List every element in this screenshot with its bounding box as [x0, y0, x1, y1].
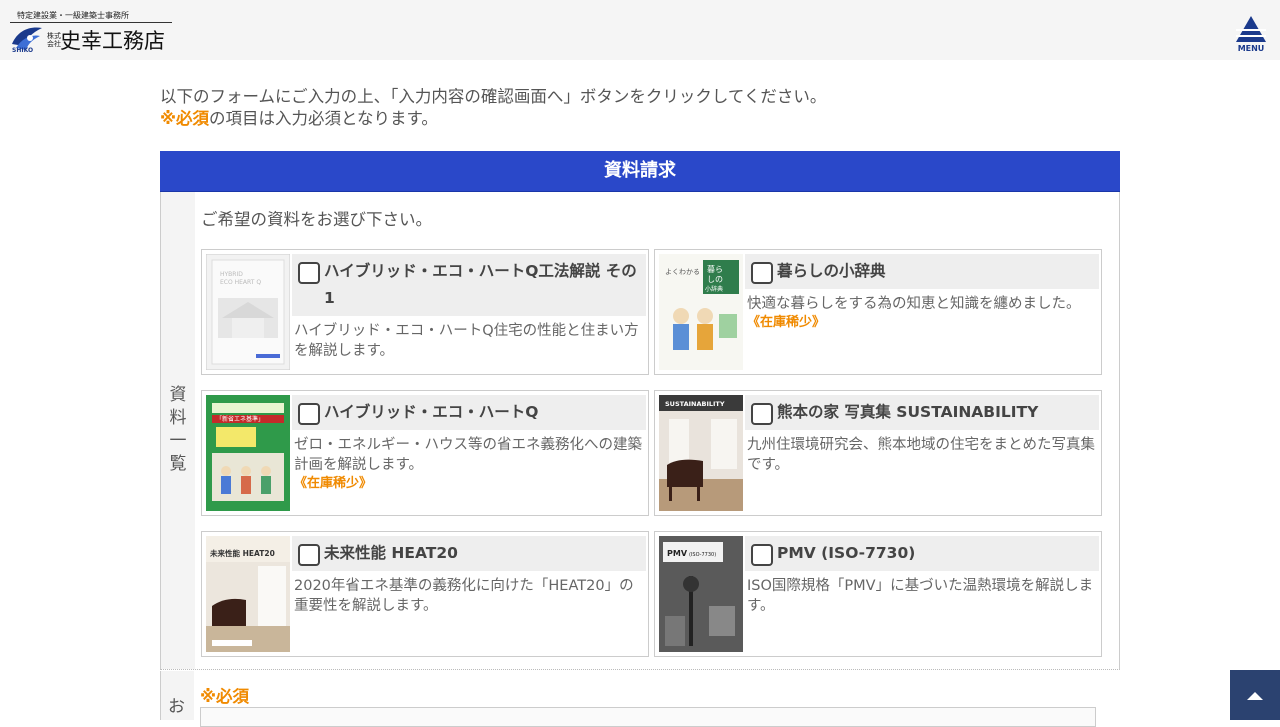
menu-label: MENU: [1237, 44, 1265, 53]
svg-text:しの: しの: [707, 275, 723, 284]
material-thumbnail: 「新省エネ基準」: [206, 395, 290, 511]
section-label-cell: 資料一覧: [161, 192, 195, 669]
material-option-4[interactable]: 熊本の家 写真集 SUSTAINABILITY: [745, 395, 1099, 430]
material-thumbnail: 未来性能 HEAT20: [206, 536, 290, 652]
instruction-line-2-rest: の項目は入力必須となります。: [209, 109, 438, 128]
menu-button[interactable]: MENU: [1232, 16, 1270, 56]
material-thumbnail: SUSTAINABILITY: [659, 395, 743, 511]
material-card: 「新省エネ基準」 ハイブリッド・エコ・ハートQ ゼロ・エネルギー・ハウス等の省エ…: [201, 390, 649, 516]
svg-text:ECO HEART Q: ECO HEART Q: [220, 279, 261, 286]
material-card: HYBRID ECO HEART Q ハイブリッド・エコ・ハートQ工法解説 その…: [201, 249, 649, 375]
checkbox-icon[interactable]: [298, 262, 320, 284]
logo-roman: SHIKO: [12, 47, 34, 54]
arrow-up-icon: [1247, 692, 1263, 700]
material-title: 熊本の家 写真集 SUSTAINABILITY: [777, 403, 1039, 421]
svg-text:未来性能 HEAT20: 未来性能 HEAT20: [210, 548, 275, 558]
section-label: 資料一覧: [169, 384, 187, 476]
material-description-text: ゼロ・エネルギー・ハウス等の省エネ義務化への建築計画を解説します。: [294, 437, 642, 473]
checkbox-icon[interactable]: [751, 544, 773, 566]
svg-text:HYBRID: HYBRID: [220, 271, 243, 278]
material-description: 2020年省エネ基準の義務化に向けた「HEAT20」の重要性を解説します。: [294, 578, 634, 614]
site-logo[interactable]: 特定建設業・一級建築士事務所 株式会社 史幸工務店 SHIKO: [10, 10, 180, 54]
material-option-3[interactable]: ハイブリッド・エコ・ハートQ: [292, 395, 646, 430]
required-mark: ※必須: [200, 687, 250, 706]
checkbox-icon[interactable]: [298, 403, 320, 425]
svg-text:PMV: PMV: [667, 549, 688, 558]
logo-company-name: 史幸工務店: [60, 29, 165, 53]
material-thumbnail: HYBRID ECO HEART Q: [206, 254, 290, 370]
material-title: ハイブリッド・エコ・ハートQ: [324, 403, 539, 421]
next-section-label: お: [168, 697, 185, 717]
svg-text:小辞典: 小辞典: [705, 285, 723, 293]
material-description: ゼロ・エネルギー・ハウス等の省エネ義務化への建築計画を解説します。 《在庫稀少》: [294, 435, 644, 492]
material-option-1[interactable]: ハイブリッド・エコ・ハートQ工法解説 その1: [292, 254, 646, 316]
svg-text:暮ら: 暮ら: [707, 264, 723, 274]
back-to-top-button[interactable]: [1230, 670, 1280, 720]
material-title: 暮らしの小辞典: [777, 262, 886, 280]
material-card: SUSTAINABILITY 熊本の家 写真集 SUSTAINABILITY 九…: [654, 390, 1102, 516]
site-header: 特定建設業・一級建築士事務所 株式会社 史幸工務店 SHIKO MENU: [0, 0, 1280, 60]
instruction-line-2: ※必須の項目は入力必須となります。: [160, 108, 826, 130]
material-option-2[interactable]: 暮らしの小辞典: [745, 254, 1099, 289]
checkbox-icon[interactable]: [298, 544, 320, 566]
material-card: PMV (ISO-7730) PMV (ISO-7730) ISO国際規格「PM…: [654, 531, 1102, 657]
svg-text:SUSTAINABILITY: SUSTAINABILITY: [665, 400, 725, 408]
instruction-line-1: 以下のフォームにご入力の上、「入力内容の確認画面へ」ボタンをクリックしてください…: [160, 87, 827, 106]
material-description: ハイブリッド・エコ・ハートQ住宅の性能と住まい方を解説します。: [294, 323, 639, 359]
material-list-section: 資料一覧 ご希望の資料をお選び下さい。 HYBRID ECO HEART Q ハ…: [160, 192, 1120, 670]
material-option-6[interactable]: PMV (ISO-7730): [745, 536, 1099, 571]
material-description: ISO国際規格「PMV」に基づいた温熱環境を解説します。: [747, 578, 1094, 614]
material-title: PMV (ISO-7730): [777, 544, 916, 562]
material-description: 快適な暮らしをする為の知恵と知識を纏めました。 《在庫稀少》: [747, 294, 1097, 331]
svg-text:(ISO-7730): (ISO-7730): [689, 552, 716, 558]
selection-prompt: ご希望の資料をお選び下さい。: [201, 210, 432, 229]
material-card: 未来性能 HEAT20 未来性能 HEAT20 2020年省エネ基準の義務化に向…: [201, 531, 649, 657]
logo-corp: 株式会社: [47, 32, 61, 48]
material-thumbnail: PMV (ISO-7730): [659, 536, 743, 652]
material-card: 暮ら しの 小辞典 よくわかる 暮らしの小辞典 快適な暮らしをする為の知恵と知識…: [654, 249, 1102, 375]
logo-divider: [10, 22, 172, 23]
logo-subtitle: 特定建設業・一級建築士事務所: [17, 11, 129, 20]
svg-text:よくわかる: よくわかる: [665, 268, 700, 276]
material-option-5[interactable]: 未来性能 HEAT20: [292, 536, 646, 571]
form-title: 資料請求: [160, 151, 1120, 192]
required-mark: ※必須: [160, 109, 210, 128]
material-title: ハイブリッド・エコ・ハートQ工法解説 その1: [324, 262, 637, 307]
svg-text:「新省エネ基準」: 「新省エネ基準」: [216, 415, 264, 423]
checkbox-icon[interactable]: [751, 262, 773, 284]
section-label-text: 資料一覧: [169, 385, 187, 474]
low-stock-badge: 《在庫稀少》: [747, 315, 826, 330]
material-description-text: 快適な暮らしをする為の知恵と知識を纏めました。: [747, 296, 1081, 312]
low-stock-badge: 《在庫稀少》: [294, 476, 373, 491]
material-thumbnail: 暮ら しの 小辞典 よくわかる: [659, 254, 743, 370]
checkbox-icon[interactable]: [751, 403, 773, 425]
material-title: 未来性能 HEAT20: [324, 544, 458, 562]
material-description: 九州住環境研究会、熊本地域の住宅をまとめた写真集です。: [747, 437, 1095, 473]
form-instructions: 以下のフォームにご入力の上、「入力内容の確認画面へ」ボタンをクリックしてください…: [160, 86, 826, 130]
name-input[interactable]: [200, 707, 1096, 727]
triangle-menu-icon: [1236, 16, 1266, 42]
